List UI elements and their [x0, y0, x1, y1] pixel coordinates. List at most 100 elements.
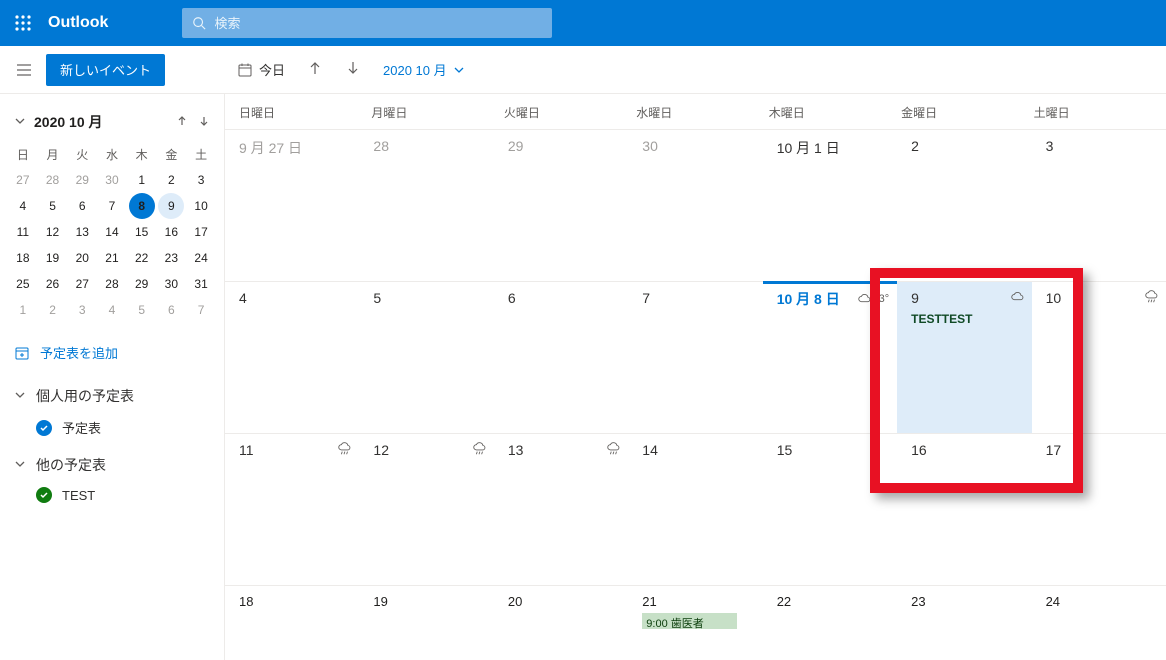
chevron-down-icon [453, 64, 465, 76]
calendar-day-cell[interactable]: 14 [628, 433, 762, 585]
mini-day[interactable]: 13 [67, 219, 97, 245]
new-event-button[interactable]: 新しいイベント [46, 54, 165, 86]
mini-day[interactable]: 3 [67, 297, 97, 323]
mini-day[interactable]: 15 [127, 219, 157, 245]
day-number: 28 [373, 138, 483, 154]
mini-day[interactable]: 7 [97, 193, 127, 219]
mini-day[interactable]: 10 [186, 193, 216, 219]
mini-day[interactable]: 25 [8, 271, 38, 297]
calendar-day-cell[interactable]: 10 [1032, 281, 1166, 433]
calendar-day-cell[interactable]: 10 月 1 日 [763, 129, 897, 281]
calendar-day-cell[interactable]: 12 [359, 433, 493, 585]
nav-toggle[interactable] [8, 54, 40, 86]
search-input[interactable] [214, 16, 542, 31]
mini-prev-month[interactable] [176, 115, 188, 130]
calendar-day-cell[interactable]: 30 [628, 129, 762, 281]
app-launcher[interactable] [0, 0, 46, 46]
group-personal[interactable]: 個人用の予定表 [8, 376, 216, 410]
mini-day[interactable]: 21 [97, 245, 127, 271]
mini-day[interactable]: 20 [67, 245, 97, 271]
mini-day[interactable]: 30 [157, 271, 187, 297]
calendar-day-cell[interactable]: 18 [225, 585, 359, 629]
prev-period-button[interactable] [307, 60, 323, 79]
day-number: 13 [508, 442, 618, 458]
calendar-day-cell[interactable]: 19 [359, 585, 493, 629]
mini-day[interactable]: 28 [38, 167, 68, 193]
mini-day[interactable]: 12 [38, 219, 68, 245]
mini-day[interactable]: 29 [127, 271, 157, 297]
app-brand[interactable]: Outlook [46, 14, 122, 32]
mini-day[interactable]: 26 [38, 271, 68, 297]
calendar-day-cell[interactable]: 28 [359, 129, 493, 281]
mini-day[interactable]: 18 [8, 245, 38, 271]
mini-day[interactable]: 6 [157, 297, 187, 323]
mini-day[interactable]: 2 [157, 167, 187, 193]
mini-day[interactable]: 8 [127, 193, 157, 219]
mini-day[interactable]: 6 [67, 193, 97, 219]
calendar-day-cell[interactable]: 23 [897, 585, 1031, 629]
mini-day[interactable]: 17 [186, 219, 216, 245]
calendar-test[interactable]: TEST [8, 479, 216, 511]
search-box[interactable] [182, 8, 552, 38]
weekday-column-head: 土曜日 [1034, 104, 1166, 121]
calendar-day-cell[interactable]: 9TESTTEST [897, 281, 1031, 433]
hamburger-icon [16, 62, 32, 78]
mini-day[interactable]: 22 [127, 245, 157, 271]
day-number: 29 [508, 138, 618, 154]
mini-day[interactable]: 5 [127, 297, 157, 323]
mini-day[interactable]: 31 [186, 271, 216, 297]
mini-day[interactable]: 4 [97, 297, 127, 323]
mini-next-month[interactable] [198, 115, 210, 130]
mini-day[interactable]: 1 [127, 167, 157, 193]
calendar-day-cell[interactable]: 16 [897, 433, 1031, 585]
calendar-day-cell[interactable]: 219:00 歯医者 [628, 585, 762, 629]
calendar-day-cell[interactable]: 17 [1032, 433, 1166, 585]
next-period-button[interactable] [345, 60, 361, 79]
mini-day[interactable]: 7 [186, 297, 216, 323]
calendar-day-cell[interactable]: 7 [628, 281, 762, 433]
appointment-chip[interactable]: 9:00 歯医者 [642, 613, 737, 629]
mini-day[interactable]: 27 [67, 271, 97, 297]
mini-day[interactable]: 28 [97, 271, 127, 297]
calendar-day-cell[interactable]: 13 [494, 433, 628, 585]
calendar-day-cell[interactable]: 15 [763, 433, 897, 585]
mini-day[interactable]: 23 [157, 245, 187, 271]
mini-day[interactable]: 9 [157, 193, 187, 219]
calendar-day-cell[interactable]: 22 [763, 585, 897, 629]
calendar-today-icon [237, 62, 253, 78]
calendar-day-cell[interactable]: 9 月 27 日 [225, 129, 359, 281]
mini-day[interactable]: 2 [38, 297, 68, 323]
mini-day[interactable]: 19 [38, 245, 68, 271]
calendar-default[interactable]: 予定表 [8, 410, 216, 445]
group-other[interactable]: 他の予定表 [8, 445, 216, 479]
calendar-day-cell[interactable]: 5 [359, 281, 493, 433]
mini-day[interactable]: 3 [186, 167, 216, 193]
mini-day[interactable]: 30 [97, 167, 127, 193]
calendar-event[interactable]: TESTTEST [911, 312, 1021, 326]
weekday-column-head: 火曜日 [504, 104, 636, 121]
calendar-day-cell[interactable]: 4 [225, 281, 359, 433]
calendar-day-cell[interactable]: 2 [897, 129, 1031, 281]
mini-day[interactable]: 27 [8, 167, 38, 193]
month-picker[interactable]: 2020 10 月 [383, 60, 465, 79]
calendar-day-cell[interactable]: 10 月 8 日13° [763, 281, 897, 433]
mini-day[interactable]: 24 [186, 245, 216, 271]
mini-day[interactable]: 11 [8, 219, 38, 245]
calendar-day-cell[interactable]: 29 [494, 129, 628, 281]
mini-day[interactable]: 4 [8, 193, 38, 219]
add-calendar-button[interactable]: 予定表を追加 [8, 323, 216, 376]
calendar-day-cell[interactable]: 3 [1032, 129, 1166, 281]
mini-day[interactable]: 5 [38, 193, 68, 219]
mini-day[interactable]: 1 [8, 297, 38, 323]
mini-day[interactable]: 29 [67, 167, 97, 193]
day-number: 24 [1046, 594, 1156, 609]
mini-day[interactable]: 16 [157, 219, 187, 245]
calendar-day-cell[interactable]: 20 [494, 585, 628, 629]
today-button[interactable]: 今日 [237, 46, 285, 94]
mini-month-toggle[interactable] [14, 115, 26, 130]
mini-day[interactable]: 14 [97, 219, 127, 245]
calendar-day-cell[interactable]: 6 [494, 281, 628, 433]
calendar-day-cell[interactable]: 11 [225, 433, 359, 585]
calendar-day-cell[interactable]: 24 [1032, 585, 1166, 629]
mini-weekday-head: 月 [38, 142, 68, 167]
